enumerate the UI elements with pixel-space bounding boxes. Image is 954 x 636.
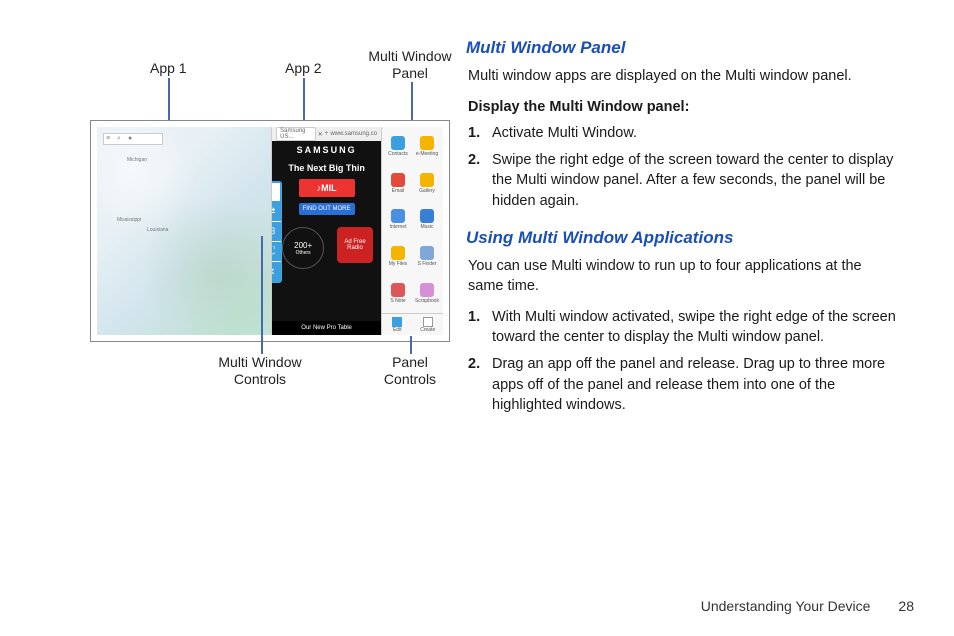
find-out-more-button: FIND OUT MORE (299, 203, 355, 215)
search-icon: ⌕ (117, 135, 125, 143)
mw-control-drag-icon: ⊞ (272, 222, 281, 242)
page-footer: Understanding Your Device 28 (701, 598, 914, 614)
app-panel-item: Music (413, 202, 441, 238)
pencil-icon (392, 317, 402, 327)
app-icon (391, 173, 405, 187)
mw-control-swap-icon: ⇄ (272, 202, 281, 222)
map-search-bar: ≡ ⌕ ● (103, 133, 163, 145)
app-panel-item: Internet (384, 202, 412, 238)
app1-map-pane: ≡ ⌕ ● Michigan Mississippi Louisiana (97, 127, 272, 335)
app-label: Internet (390, 224, 407, 230)
browser-url: www.samsung.co (330, 131, 377, 137)
radio-tile: Ad Free Radio (337, 227, 373, 263)
mil-badge: ♪ MIL (299, 179, 355, 197)
step-number: 1. (468, 123, 492, 144)
app-label: Contacts (388, 151, 408, 157)
tagline-text: The Next Big Thin (272, 163, 381, 173)
step-text: With Multi window activated, swipe the r… (492, 307, 896, 348)
callout-app2: App 2 (285, 60, 322, 77)
app-panel-item: Email (384, 166, 412, 202)
app-label: Scrapbook (415, 298, 439, 304)
app-icon (420, 136, 434, 150)
callout-mw-controls: Multi WindowControls (215, 354, 305, 388)
para-mw-panel: Multi window apps are displayed on the M… (468, 66, 896, 87)
mic-icon: ● (128, 135, 136, 143)
count-circle: 200+ Others (282, 227, 324, 269)
app-icon (391, 136, 405, 150)
multi-window-controls: ◐ ⇄ ⊞ ⛶ ✕ (272, 181, 282, 283)
step-text: Swipe the right edge of the screen towar… (492, 150, 896, 212)
steps-display-panel: 1.Activate Multi Window. 2.Swipe the rig… (468, 123, 896, 211)
callout-mw-panel: Multi WindowPanel (365, 48, 455, 82)
footer-page-number: 28 (898, 598, 914, 614)
app-label: Gallery (419, 188, 435, 194)
multi-window-app-panel: Contacts e-Meeting Email Gallery Internet Mus… (381, 127, 443, 335)
app-label: Email (392, 188, 405, 194)
text-column: Multi Window Panel Multi window apps are… (466, 36, 896, 430)
step-text: Drag an app off the panel and release. D… (492, 354, 896, 416)
tablet-screenshot: ≡ ⌕ ● Michigan Mississippi Louisiana Sam… (90, 120, 450, 342)
subhead-display-panel: Display the Multi Window panel: (468, 97, 896, 118)
browser-tab: Samsung US... (276, 127, 316, 141)
step-number: 1. (468, 307, 492, 348)
step-number: 2. (468, 150, 492, 212)
multi-window-diagram: App 1 App 2 Multi WindowPanel ≡ ⌕ (20, 36, 440, 416)
heading-using-mw: Using Multi Window Applications (466, 226, 896, 250)
samsung-text: SAMSUNG (272, 145, 381, 155)
mw-control-expand-icon: ⛶ (272, 242, 281, 262)
panel-controls: Edit Create (382, 313, 443, 335)
hamburger-icon: ≡ (106, 135, 114, 143)
panel-create-button: Create (413, 314, 444, 335)
steps-using-mw: 1.With Multi window activated, swipe the… (468, 307, 896, 416)
app-label: S Note (390, 298, 405, 304)
app-label: Music (420, 224, 433, 230)
app-panel-item: Gallery (413, 166, 441, 202)
grid-icon (423, 317, 433, 327)
step-number: 2. (468, 354, 492, 416)
app2-browser-pane: Samsung US... ✕+ www.samsung.co SAMSUNG … (272, 127, 381, 335)
app-label: S Finder (418, 261, 437, 267)
app-panel-item: S Finder (413, 239, 441, 275)
para-using-mw: You can use Multi window to run up to fo… (468, 256, 896, 297)
callout-panel-controls: PanelControls (380, 354, 440, 388)
app-label: My Files (389, 261, 408, 267)
panel-edit-button: Edit (382, 314, 413, 335)
app-panel-item: Scrapbook (413, 275, 441, 311)
app-panel-item: Contacts (384, 129, 412, 165)
app-icon (391, 209, 405, 223)
heading-mw-panel: Multi Window Panel (466, 36, 896, 60)
app-icon (420, 173, 434, 187)
browser-address-bar: Samsung US... ✕+ www.samsung.co (272, 127, 381, 141)
app-icon (420, 246, 434, 260)
callout-app1: App 1 (150, 60, 187, 77)
app-icon (391, 283, 405, 297)
app-panel-item: S Note (384, 275, 412, 311)
step-text: Activate Multi Window. (492, 123, 896, 144)
app-label: e-Meeting (416, 151, 438, 157)
mw-control-handle-icon: ◐ (272, 182, 281, 202)
app-icon (420, 209, 434, 223)
app-panel-item: e-Meeting (413, 129, 441, 165)
app-icon (391, 246, 405, 260)
app-panel-item: My Files (384, 239, 412, 275)
mw-control-close-icon: ✕ (272, 262, 281, 282)
app-icon (420, 283, 434, 297)
footer-section: Understanding Your Device (701, 598, 871, 614)
bottom-text: Our New Pro Table (272, 321, 381, 335)
